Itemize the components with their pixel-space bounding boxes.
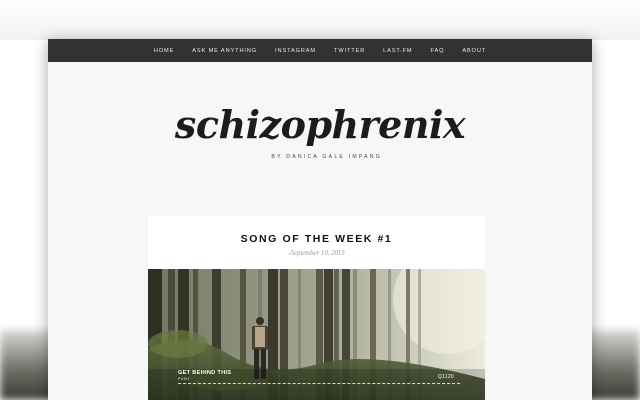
blog-window: HOME ASK ME ANYTHING INSTAGRAM TWITTER L…: [48, 39, 592, 400]
nav-faq[interactable]: FAQ: [430, 48, 444, 54]
background-top: [0, 0, 640, 40]
song-artist: PUSH: [178, 377, 190, 381]
site-byline: BY DANICA GALE IMPANG: [271, 154, 382, 160]
track-code: Q1120: [437, 374, 454, 380]
nav-lastfm[interactable]: LAST.FM: [383, 48, 412, 54]
nav-home[interactable]: HOME: [154, 48, 174, 54]
site-title[interactable]: schizophrenix: [48, 105, 592, 145]
post-date: -September 10, 2013: [288, 250, 345, 257]
nav-about[interactable]: ABOUT: [462, 48, 486, 54]
top-nav: HOME ASK ME ANYTHING INSTAGRAM TWITTER L…: [48, 39, 592, 62]
nav-instagram[interactable]: INSTAGRAM: [275, 48, 316, 54]
post-card: SONG OF THE WEEK #1 -September 10, 2013: [148, 216, 485, 400]
post-title[interactable]: SONG OF THE WEEK #1: [148, 233, 485, 245]
music-player[interactable]: GET BEHIND THIS PUSH Q1120: [178, 370, 460, 390]
forest-photo: GET BEHIND THIS PUSH Q1120: [148, 269, 485, 400]
song-title: GET BEHIND THIS: [178, 370, 232, 376]
player-progress-track[interactable]: [178, 383, 460, 384]
nav-ask-me-anything[interactable]: ASK ME ANYTHING: [192, 48, 257, 54]
nav-twitter[interactable]: TWITTER: [334, 48, 365, 54]
